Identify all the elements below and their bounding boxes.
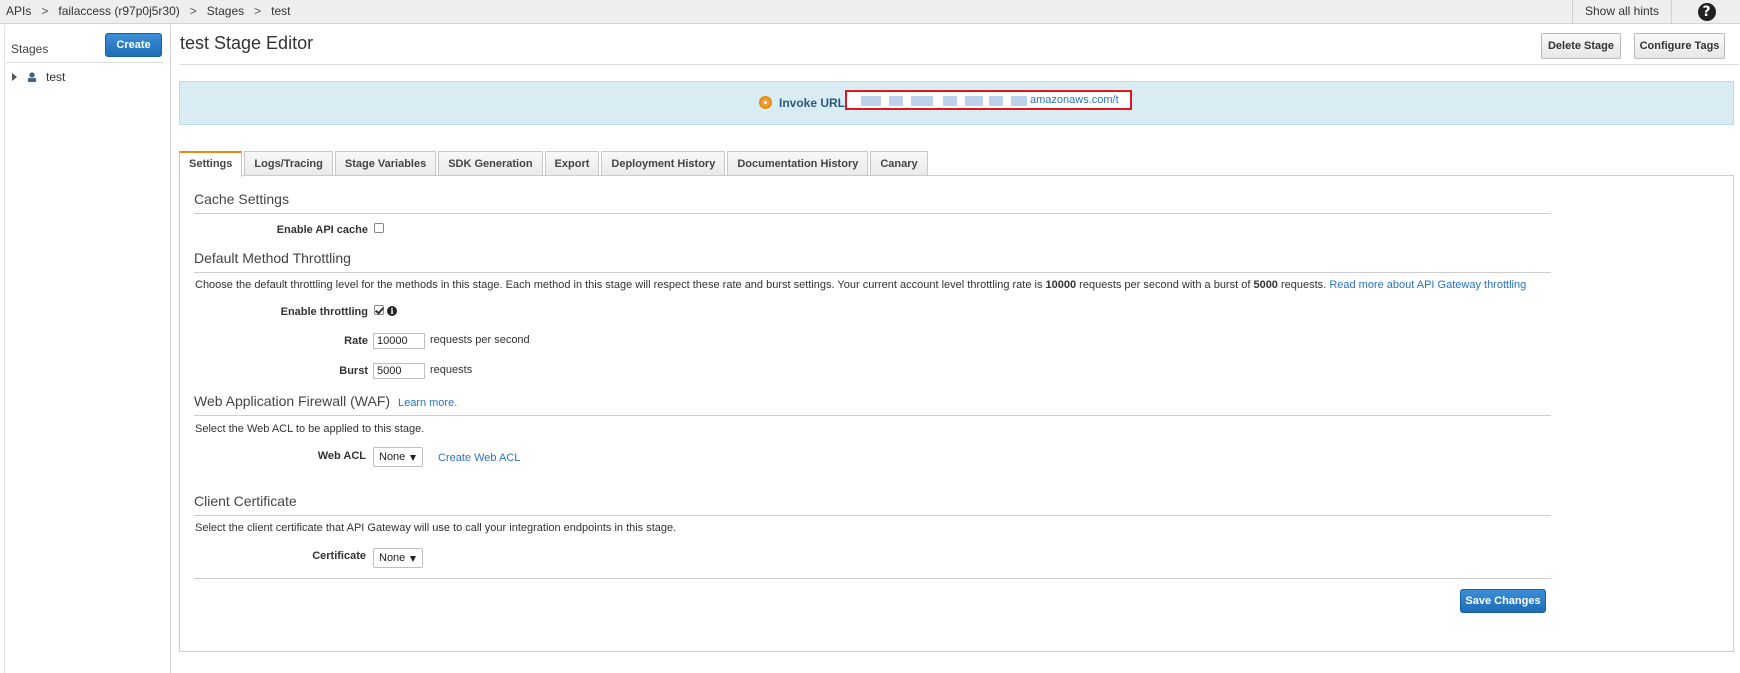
stage-tree-label: test — [46, 70, 66, 84]
stage-icon — [28, 72, 36, 82]
breadcrumb: APIs > failaccess (r97p0j5r30) > Stages > test — [6, 4, 290, 18]
invoke-url-text[interactable]: amazonaws.com/t — [1030, 94, 1119, 106]
configure-tags-button[interactable]: Configure Tags — [1634, 33, 1725, 59]
section-divider — [194, 415, 1551, 416]
help-button[interactable]: ? — [1673, 0, 1740, 24]
show-all-hints-button[interactable]: Show all hints — [1572, 0, 1672, 24]
certificate-select[interactable]: None — [373, 548, 423, 568]
redacted-block — [965, 96, 983, 106]
certificate-label: Certificate — [312, 550, 366, 562]
waf-learn-more-link[interactable]: Learn more. — [398, 397, 457, 409]
tab-logs-tracing[interactable]: Logs/Tracing — [244, 151, 333, 176]
sidebar-title: Stages — [11, 42, 49, 56]
section-divider — [194, 213, 1551, 214]
read-more-throttling-link[interactable]: Read more about API Gateway throttling — [1329, 279, 1526, 291]
web-acl-label: Web ACL — [317, 450, 366, 462]
redacted-block — [911, 96, 933, 106]
invoke-url-banner: Invoke URL: amazonaws.com/t — [179, 81, 1734, 125]
certificate-value: None — [379, 552, 406, 564]
breadcrumb-separator: > — [254, 4, 262, 18]
waf-section-title: Web Application Firewall (WAF) Learn mor… — [194, 393, 458, 409]
redacted-block — [889, 96, 903, 106]
burst-label: Burst — [339, 365, 368, 377]
redacted-block — [943, 96, 957, 106]
stages-sidebar: Stages Create test — [0, 25, 171, 673]
tab-deployment-history[interactable]: Deployment History — [601, 151, 726, 176]
breadcrumb-current: test — [271, 4, 291, 18]
throttling-section-title: Default Method Throttling — [194, 250, 351, 266]
rate-unit: requests per second — [430, 334, 530, 346]
enable-cache-label: Enable API cache — [276, 224, 368, 236]
create-web-acl-link[interactable]: Create Web ACL — [438, 452, 520, 464]
breadcrumb-separator: > — [41, 4, 49, 18]
tab-settings[interactable]: Settings — [179, 151, 243, 177]
dropdown-caret-icon — [410, 556, 416, 562]
certificate-section-title: Client Certificate — [194, 493, 297, 509]
section-divider — [194, 515, 1551, 516]
rate-label: Rate — [344, 335, 368, 347]
title-divider — [179, 64, 1739, 65]
waf-description: Select the Web ACL to be applied to this… — [195, 423, 425, 435]
sidebar-divider — [6, 62, 164, 63]
rate-input[interactable] — [373, 333, 425, 349]
breadcrumb-api[interactable]: failaccess (r97p0j5r30) — [58, 4, 179, 18]
tab-export[interactable]: Export — [544, 151, 600, 176]
save-changes-button[interactable]: Save Changes — [1460, 589, 1546, 613]
throttling-description: Choose the default throttling level for … — [195, 279, 1527, 291]
stage-tabs: Settings Logs/Tracing Stage Variables SD… — [179, 151, 930, 177]
cache-section-title: Cache Settings — [194, 191, 289, 207]
expand-arrow-icon[interactable] — [12, 73, 17, 81]
tab-documentation-history[interactable]: Documentation History — [727, 151, 869, 176]
enable-throttling-label: Enable throttling — [280, 306, 368, 318]
certificate-description: Select the client certificate that API G… — [195, 522, 677, 534]
tab-canary[interactable]: Canary — [870, 151, 928, 176]
burst-input[interactable] — [373, 363, 425, 379]
breadcrumb-stages[interactable]: Stages — [207, 4, 244, 18]
top-bar: APIs > failaccess (r97p0j5r30) > Stages > test… — [0, 0, 1740, 24]
page-title: test Stage Editor — [180, 33, 314, 53]
redacted-block — [1011, 96, 1027, 106]
burst-unit: requests — [430, 364, 473, 376]
enable-throttling-checkbox[interactable] — [374, 305, 384, 315]
invoke-url-label: Invoke URL: — [779, 96, 850, 110]
settings-panel: Cache Settings Enable API cache Default … — [179, 175, 1734, 652]
redacted-block — [861, 96, 881, 106]
tab-sdk-generation[interactable]: SDK Generation — [438, 151, 543, 176]
stage-tree-item-test[interactable]: test — [12, 68, 65, 86]
dropdown-caret-icon — [410, 455, 416, 461]
info-icon[interactable]: i — [387, 306, 397, 316]
invoke-url-link[interactable]: amazonaws.com/t — [845, 90, 1132, 110]
delete-stage-button[interactable]: Delete Stage — [1541, 33, 1621, 59]
create-stage-button[interactable]: Create — [105, 33, 162, 57]
footer-divider — [194, 578, 1551, 579]
question-circle-icon: ? — [1697, 3, 1716, 21]
sidebar-edge-divider — [0, 25, 5, 673]
redacted-block — [989, 96, 1003, 106]
info-dot-icon — [759, 96, 772, 109]
enable-cache-checkbox[interactable] — [374, 223, 384, 233]
section-divider — [194, 272, 1551, 273]
breadcrumb-apis[interactable]: APIs — [6, 4, 31, 18]
web-acl-value: None — [379, 451, 406, 463]
tab-stage-variables[interactable]: Stage Variables — [334, 151, 437, 176]
stage-editor: test Stage Editor Delete Stage Configure… — [171, 25, 1740, 673]
breadcrumb-separator: > — [189, 4, 197, 18]
web-acl-select[interactable]: None — [373, 447, 423, 467]
